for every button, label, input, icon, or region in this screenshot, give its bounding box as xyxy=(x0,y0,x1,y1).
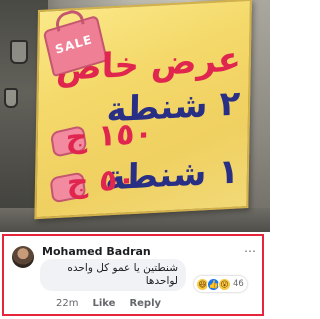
comment-actions: 22m Like Reply xyxy=(56,298,161,309)
more-options-icon[interactable]: ⋯ xyxy=(244,244,256,258)
like-button[interactable]: Like xyxy=(92,298,115,309)
street-lamp xyxy=(10,40,28,64)
sale-sign-board: SALE عرض خاص ٢ شنطة ١٥٠ ج ١ شنطة ٥٠ ج xyxy=(34,0,252,220)
comment-timestamp[interactable]: 22m xyxy=(56,298,78,309)
comment-bubble: شنطتين يا عمو كل واحده لواحدها xyxy=(40,259,186,291)
comment-text: شنطتين يا عمو كل واحده لواحدها xyxy=(67,262,178,287)
comment-author[interactable]: Mohamed Badran xyxy=(42,245,151,258)
reaction-count: 46 xyxy=(233,279,244,289)
reaction-summary[interactable]: 😆 👍 😮 46 xyxy=(194,276,247,292)
sign-price-one: ٥٠ ج xyxy=(66,161,136,201)
wow-reaction-icon: 😮 xyxy=(218,277,231,291)
sign-headline: عرض خاص xyxy=(55,39,242,90)
comment-card: Mohamed Badran ⋯ شنطتين يا عمو كل واحده … xyxy=(2,234,264,316)
sign-price-two: ١٥٠ ج xyxy=(65,115,154,156)
shop-sign-photo: SALE عرض خاص ٢ شنطة ١٥٠ ج ١ شنطة ٥٠ ج xyxy=(0,0,270,232)
avatar[interactable] xyxy=(12,246,34,268)
reply-button[interactable]: Reply xyxy=(129,298,161,309)
street-lamp xyxy=(4,88,18,108)
